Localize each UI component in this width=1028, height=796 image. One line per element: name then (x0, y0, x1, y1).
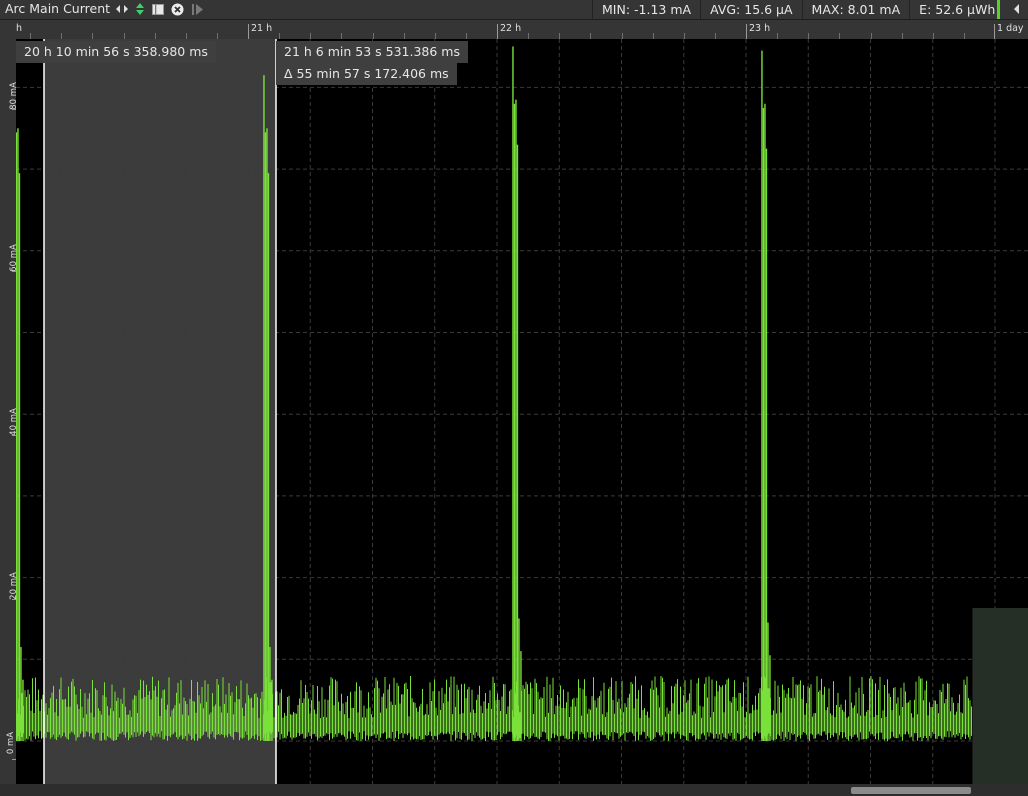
stats-bar: MIN: -1.13 mA AVG: 15.6 µA MAX: 8.01 mA … (592, 0, 1004, 19)
y-label-20ma: 20 mA (0, 572, 19, 600)
scrollbar-thumb[interactable] (851, 787, 971, 794)
close-circle-icon[interactable] (170, 2, 184, 16)
y-label-40ma: 40 mA (0, 408, 19, 436)
stop-square-icon[interactable] (151, 2, 165, 16)
max-stat: MAX: 8.01 mA (801, 0, 910, 19)
time-tick-22h (497, 24, 498, 39)
cursor-delta: Δ 55 min 57 s 172.406 ms (276, 63, 457, 85)
y-label-0ma: 0 mA (0, 732, 16, 754)
play-end-icon[interactable] (191, 2, 205, 16)
trace-color-marker (997, 0, 1000, 19)
y-label-0ma-text: 0 mA (6, 731, 17, 755)
time-label-22h: 22 h (500, 23, 522, 34)
time-axis[interactable]: h 21 h 22 h 23 h 1 day (0, 20, 1028, 39)
spike-2 (512, 46, 522, 741)
left-right-arrows-icon[interactable] (115, 2, 129, 16)
right-cursor-time: 21 h 6 min 53 s 531.386 ms (276, 41, 468, 63)
avg-stat: AVG: 15.6 µA (700, 0, 801, 19)
y-label-80ma: 80 mA (0, 82, 19, 110)
toolbar: Arc Main Current MIN: -1.13 mA AVG: 15.6… (0, 0, 1028, 20)
time-tick-23h (746, 24, 747, 39)
min-stat: MIN: -1.13 mA (592, 0, 700, 19)
plot-area[interactable] (16, 39, 1028, 784)
trace-chart (16, 39, 1028, 784)
time-label-23h: 23 h (749, 23, 771, 34)
y-label-60ma: 60 mA (0, 244, 19, 272)
time-label-20h: h (16, 23, 23, 34)
time-tick-21h (248, 24, 249, 39)
left-cursor-time: 20 h 10 min 56 s 358.980 ms (16, 41, 216, 63)
trace-title: Arc Main Current (5, 1, 111, 16)
up-down-arrows-icon[interactable] (134, 2, 146, 16)
value-axis[interactable]: 80 mA 60 mA 40 mA 20 mA 0 mA (0, 39, 19, 784)
time-label-21h: 21 h (251, 23, 273, 34)
energy-stat: E: 52.6 µWh (909, 0, 1004, 19)
spike-0 (16, 128, 24, 741)
time-tick-1day (994, 24, 995, 39)
horizontal-scrollbar[interactable] (0, 784, 1028, 796)
time-label-1day: 1 day (997, 23, 1024, 34)
collapse-arrow-icon[interactable] (1010, 2, 1022, 16)
spike-3 (761, 50, 771, 741)
minimap-panel[interactable] (972, 608, 1028, 784)
selection-region[interactable] (44, 39, 276, 784)
